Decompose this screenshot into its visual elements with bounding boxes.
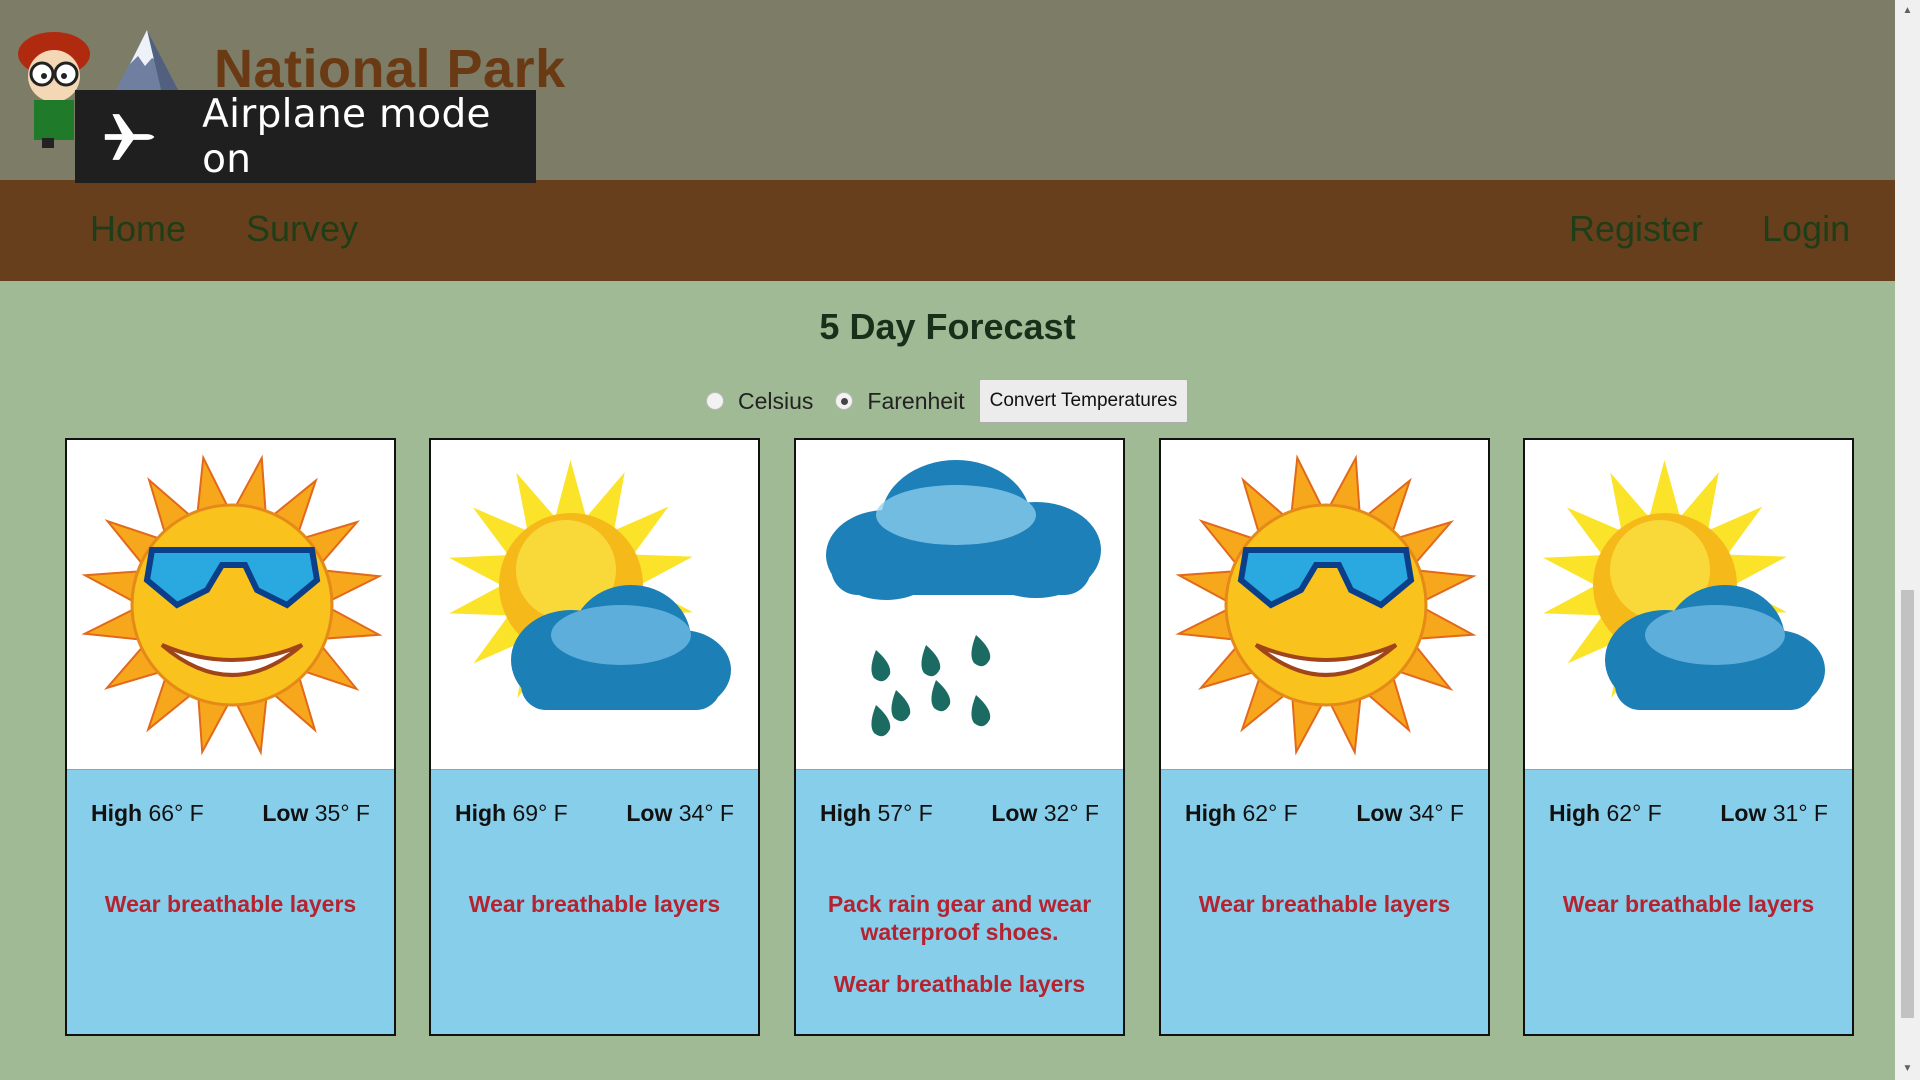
low-value: 34° F [1408, 800, 1464, 826]
nav-survey-link[interactable]: Survey [246, 208, 358, 250]
farenheit-label: Farenheit [867, 387, 965, 414]
airplane-mode-toast[interactable]: Airplane mode on [75, 90, 536, 183]
advice-text: Wear breathable layers [1198, 891, 1451, 917]
high-temp: High 66° F [91, 800, 204, 827]
clothing-advice: Wear breathable layers [77, 890, 384, 942]
high-value: 57° F [877, 800, 933, 826]
high-label: High [91, 800, 143, 826]
rain-icon [826, 460, 1101, 737]
vertical-scrollbar[interactable]: ▲ ▼ [1895, 0, 1920, 1080]
high-value: 62° F [1242, 800, 1298, 826]
celsius-label: Celsius [738, 387, 814, 414]
forecast-image [431, 440, 758, 770]
main-nav: Home Survey Register Login [0, 180, 1895, 281]
sunny-sunglasses-icon [1175, 454, 1477, 756]
low-label: Low [991, 800, 1038, 826]
clothing-advice: Pack rain gear and wear waterproof shoes… [806, 890, 1113, 1022]
low-label: Low [262, 800, 309, 826]
forecast-image [1525, 440, 1852, 770]
convert-temperatures-button[interactable]: Convert Temperatures [978, 379, 1189, 423]
low-value: 31° F [1772, 800, 1828, 826]
nav-register-link[interactable]: Register [1569, 208, 1703, 250]
sunny-sunglasses-icon [81, 454, 383, 756]
high-label: High [455, 800, 507, 826]
scroll-up-arrow-icon[interactable]: ▲ [1901, 4, 1914, 18]
forecast-card: High 69° F Low 34° F Wear breathable layer… [429, 438, 760, 1036]
forecast-image [1161, 440, 1488, 770]
forecast-card: High 62° F Low 31° F Wear breathable layer… [1523, 438, 1854, 1036]
airplane-icon [104, 113, 155, 160]
high-temp: High 62° F [1549, 800, 1662, 827]
forecast-card: High 66° F Low 35° F Wear breathable layer… [65, 438, 396, 1036]
toast-text: Airplane mode on [202, 91, 491, 182]
forecast-image [67, 440, 394, 770]
advice-text: Wear breathable layers [468, 891, 721, 917]
low-value: 32° F [1043, 800, 1099, 826]
scroll-down-arrow-icon[interactable]: ▼ [1901, 1062, 1914, 1076]
nav-login-link[interactable]: Login [1762, 208, 1850, 250]
high-value: 66° F [148, 800, 204, 826]
advice-text: Wear breathable layers [833, 971, 1086, 997]
high-temp: High 62° F [1185, 800, 1298, 827]
low-temp: Low 32° F [991, 800, 1099, 827]
celsius-radio[interactable] [706, 392, 724, 410]
low-temp: Low 34° F [626, 800, 734, 827]
high-value: 62° F [1606, 800, 1662, 826]
low-label: Low [626, 800, 673, 826]
clothing-advice: Wear breathable layers [1535, 890, 1842, 942]
high-value: 69° F [512, 800, 568, 826]
forecast-title: 5 Day Forecast [819, 306, 1076, 347]
unit-selector: Celsius Farenheit Convert Temperatures [706, 379, 1189, 423]
low-temp: Low 31° F [1720, 800, 1828, 827]
farenheit-radio[interactable] [835, 392, 854, 410]
advice-text: Wear breathable layers [104, 891, 357, 917]
partly-cloudy-icon [449, 460, 731, 710]
low-temp: Low 35° F [262, 800, 370, 827]
high-label: High [1185, 800, 1237, 826]
forecast-card: High 57° F Low 32° F Pack rain gear and we… [794, 438, 1125, 1036]
clothing-advice: Wear breathable layers [1171, 890, 1478, 942]
clothing-advice: Wear breathable layers [441, 890, 748, 942]
low-value: 35° F [314, 800, 370, 826]
high-temp: High 69° F [455, 800, 568, 827]
forecast-card: High 62° F Low 34° F Wear breathable layer… [1159, 438, 1490, 1036]
high-label: High [1549, 800, 1601, 826]
low-label: Low [1356, 800, 1403, 826]
low-value: 34° F [678, 800, 734, 826]
advice-text: Pack rain gear and wear waterproof shoes… [827, 891, 1092, 945]
low-temp: Low 34° F [1356, 800, 1464, 827]
scroll-thumb[interactable] [1901, 590, 1914, 1018]
high-temp: High 57° F [820, 800, 933, 827]
nav-home-link[interactable]: Home [90, 208, 186, 250]
advice-text: Wear breathable layers [1562, 891, 1815, 917]
partly-cloudy-icon [1543, 460, 1825, 710]
forecast-image [796, 440, 1123, 770]
low-label: Low [1720, 800, 1767, 826]
high-label: High [820, 800, 872, 826]
